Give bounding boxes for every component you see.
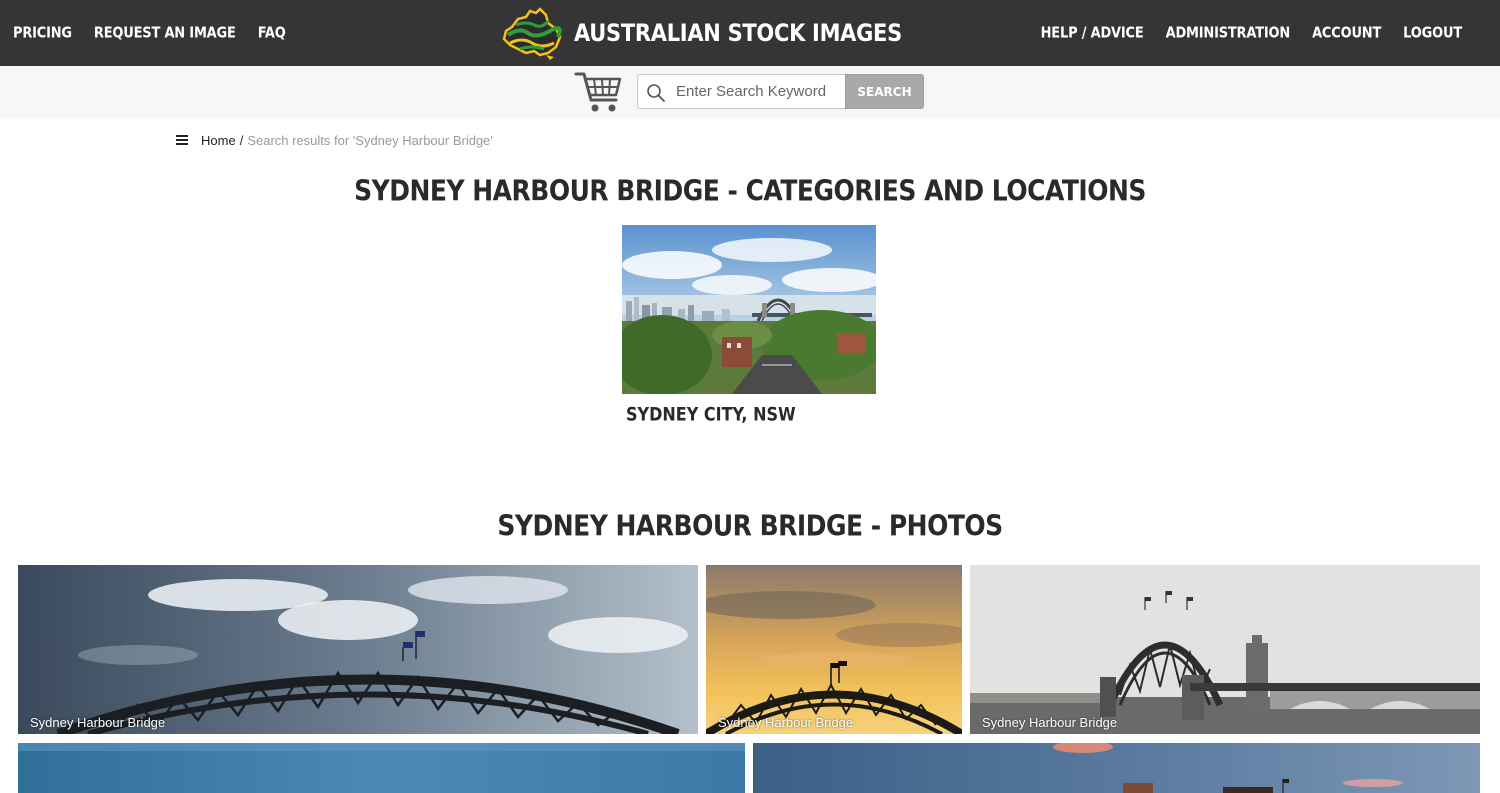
photo-image: [970, 565, 1480, 734]
nav-link-help-advice[interactable]: HELP / ADVICE: [1041, 24, 1144, 41]
categories-heading: SYDNEY HARBOUR BRIDGE - CATEGORIES AND L…: [0, 173, 1500, 208]
photo-tile[interactable]: [18, 743, 745, 793]
nav-link-request-an-image[interactable]: REQUEST AN IMAGE: [94, 24, 236, 41]
search-input[interactable]: [676, 75, 841, 108]
photo-image: [753, 743, 1480, 793]
search-icon: [647, 84, 665, 102]
hamburger-menu-icon[interactable]: [176, 135, 188, 145]
shopping-cart-icon[interactable]: [574, 70, 624, 114]
photo-image: [18, 565, 698, 734]
nav-left-group: PRICING REQUEST AN IMAGE FAQ: [13, 0, 308, 66]
category-card-sydney-city[interactable]: SYDNEY CITY, NSW: [622, 225, 876, 425]
nav-link-logout[interactable]: LOGOUT: [1403, 24, 1462, 41]
categories-heading-text: SYDNEY HARBOUR BRIDGE - CATEGORIES AND L…: [354, 173, 1146, 208]
nav-link-administration[interactable]: ADMINISTRATION: [1166, 24, 1291, 41]
nav-link-faq[interactable]: FAQ: [258, 24, 286, 41]
photo-image: [706, 565, 962, 734]
photos-heading: SYDNEY HARBOUR BRIDGE - PHOTOS: [0, 508, 1500, 543]
search-box: [637, 74, 845, 109]
category-thumbnail[interactable]: [622, 225, 876, 394]
category-label[interactable]: SYDNEY CITY, NSW: [626, 403, 796, 425]
nav-link-pricing[interactable]: PRICING: [13, 24, 72, 41]
photo-caption: Sydney Harbour Bridge: [718, 715, 854, 730]
breadcrumb-current: Search results for 'Sydney Harbour Bridg…: [247, 132, 493, 148]
photo-caption: Sydney Harbour Bridge: [30, 715, 166, 730]
photo-tile[interactable]: Sydney Harbour Bridge: [970, 565, 1480, 734]
breadcrumb-separator: /: [239, 132, 244, 148]
brand-home-link[interactable]: AUSTRALIAN STOCK IMAGES: [498, 4, 902, 62]
breadcrumb-home-link[interactable]: Home: [201, 133, 236, 148]
photo-tile[interactable]: [753, 743, 1480, 793]
photo-tile[interactable]: Sydney Harbour Bridge: [706, 565, 962, 734]
search-button[interactable]: SEARCH: [845, 74, 924, 109]
photo-tile[interactable]: Sydney Harbour Bridge: [18, 565, 698, 734]
nav-link-account[interactable]: ACCOUNT: [1312, 24, 1381, 41]
breadcrumb: Home / Search results for 'Sydney Harbou…: [176, 131, 493, 149]
top-navigation-bar: PRICING REQUEST AN IMAGE FAQ AUSTRALIAN …: [0, 0, 1500, 66]
australia-logo-icon: [502, 7, 562, 60]
photo-caption: Sydney Harbour Bridge: [982, 715, 1118, 730]
photos-heading-text: SYDNEY HARBOUR BRIDGE - PHOTOS: [497, 508, 1003, 543]
brand-name: AUSTRALIAN STOCK IMAGES: [574, 19, 902, 47]
nav-right-group: HELP / ADVICE ADMINISTRATION ACCOUNT LOG…: [1019, 0, 1463, 66]
photo-image: [18, 743, 745, 793]
